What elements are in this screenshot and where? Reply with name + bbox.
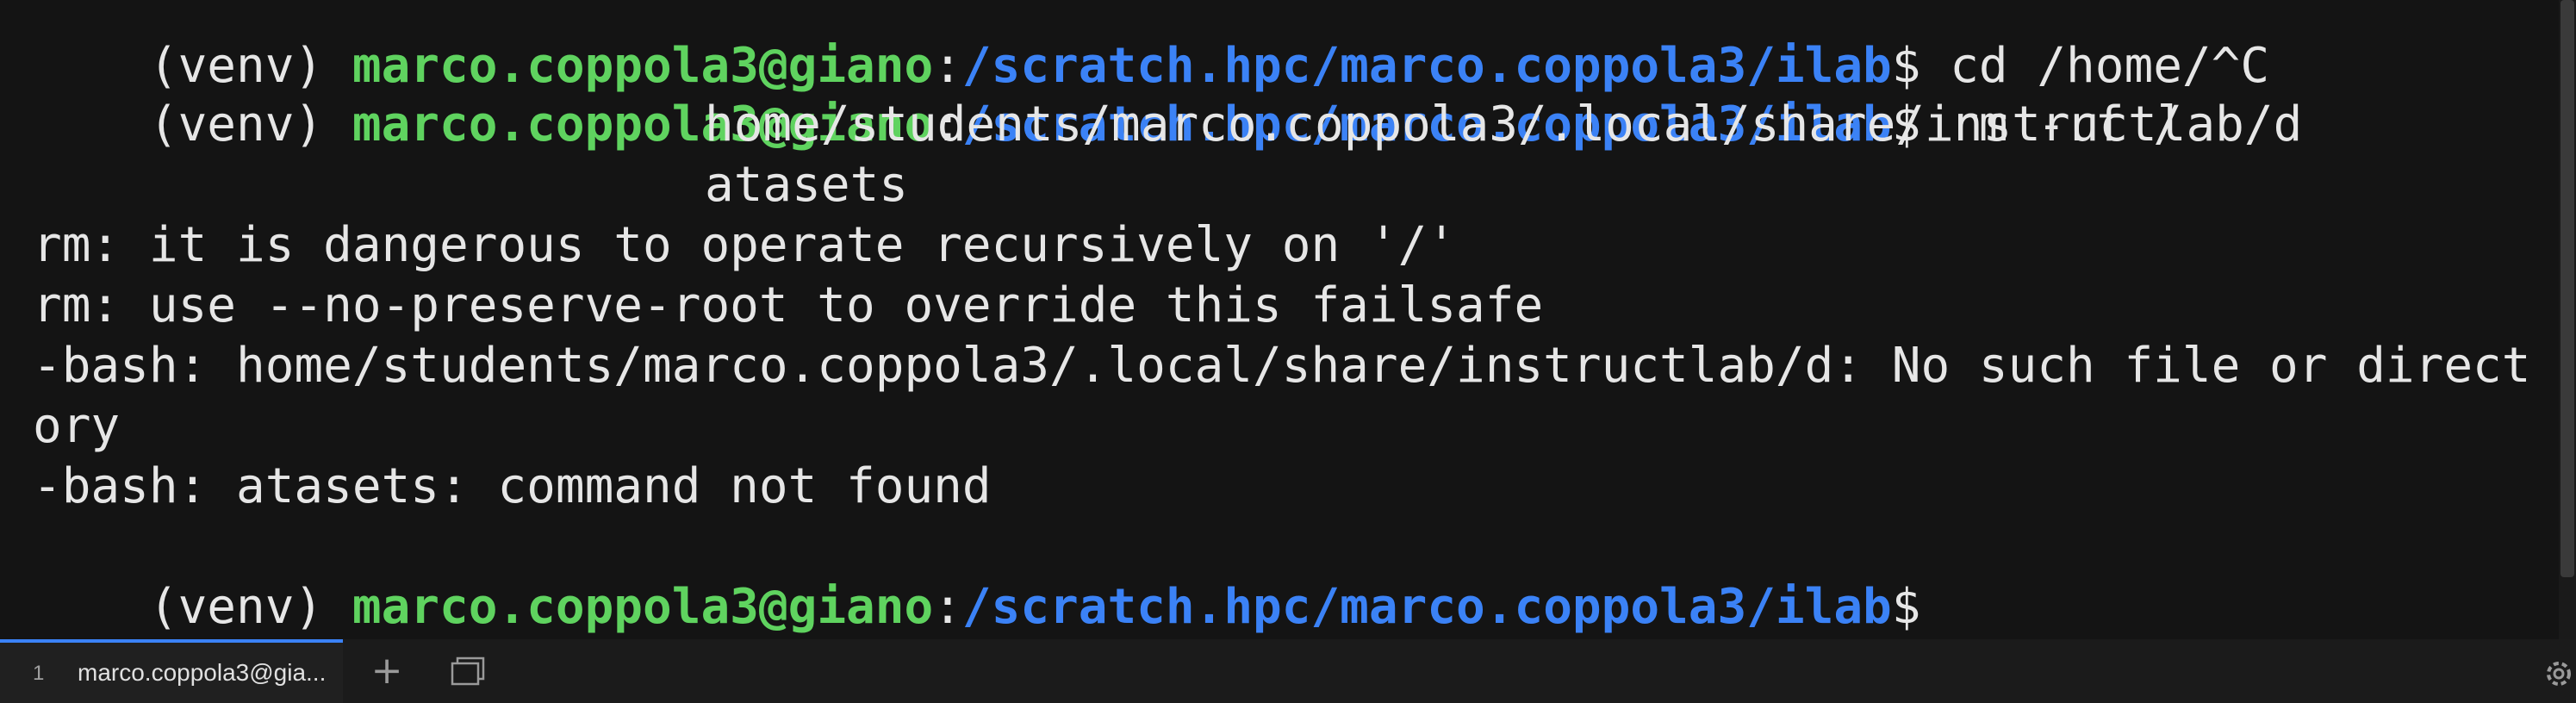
- tab-bar: 1 marco.coppola3@gia... +: [0, 639, 2576, 703]
- tab-number: 1: [33, 662, 45, 685]
- gear-icon: [2547, 662, 2571, 686]
- command-text: $: [1891, 579, 1921, 635]
- prompt-colon: :: [933, 579, 962, 635]
- venv-prefix: (venv): [148, 96, 352, 152]
- terminal-line-wrapped: atasets: [705, 157, 909, 213]
- settings-button[interactable]: [2542, 656, 2576, 691]
- tab-label: marco.coppola3@gia...: [78, 659, 327, 686]
- prompt-path: /scratch.hpc/marco.coppola3/ilab: [961, 579, 1892, 635]
- tab-session-1[interactable]: 1 marco.coppola3@gia...: [0, 639, 343, 703]
- window-switcher-button[interactable]: [446, 651, 489, 691]
- new-tab-button[interactable]: +: [365, 651, 408, 691]
- scrollbar-thumb[interactable]: [2560, 0, 2574, 577]
- terminal-line-output: rm: use --no-preserve-root to override t…: [33, 277, 1544, 333]
- terminal-line-output: ory: [33, 398, 121, 454]
- terminal-line-output: -bash: home/students/marco.coppola3/.loc…: [33, 338, 2531, 394]
- windows-icon: [451, 656, 485, 686]
- terminal-line-prompt: (venv) marco.coppola3@giano:/scratch.hpc…: [33, 34, 2182, 152]
- terminal-scrollbar[interactable]: [2559, 0, 2576, 639]
- user-host: marco.coppola3@giano: [352, 579, 934, 635]
- terminal-line-prompt: (venv) marco.coppola3@giano:/scratch.hpc…: [33, 517, 1921, 635]
- plus-icon: +: [370, 649, 403, 693]
- terminal-output[interactable]: (venv) marco.coppola3@giano:/scratch.hpc…: [0, 0, 2559, 639]
- terminal-line-output: -bash: atasets: command not found: [33, 458, 992, 514]
- venv-prefix: (venv): [148, 579, 352, 635]
- terminal-line-wrapped: home/students/marco.coppola3/.local/shar…: [705, 96, 2303, 152]
- terminal-line-prompt: (venv) marco.coppola3@giano:/scratch.hpc…: [33, 0, 2269, 94]
- terminal-line-output: rm: it is dangerous to operate recursive…: [33, 217, 1457, 273]
